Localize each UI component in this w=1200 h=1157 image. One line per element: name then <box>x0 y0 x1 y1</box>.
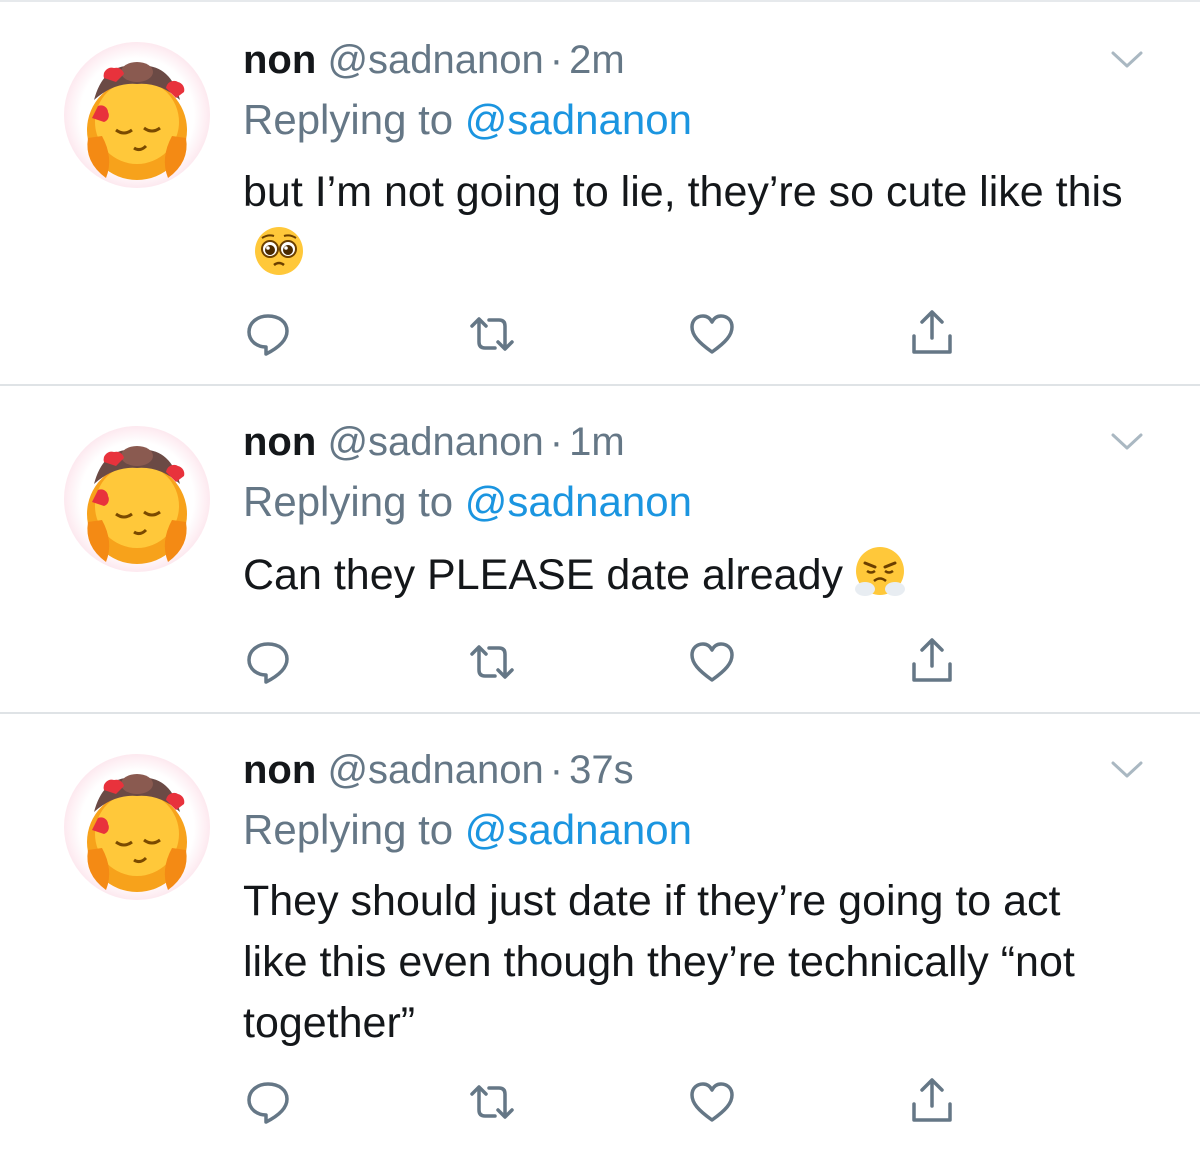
separator: · <box>549 420 564 464</box>
retweet-icon[interactable] <box>468 638 516 686</box>
pleading-face-icon <box>255 227 303 275</box>
avatar[interactable] <box>64 426 210 572</box>
avatar[interactable] <box>64 42 210 188</box>
timestamp[interactable]: 2m <box>569 38 625 82</box>
display-name[interactable]: non <box>243 38 316 82</box>
replying-to: Replying to @sadnanon <box>243 477 692 527</box>
tweet-text-content: but I’m not going to lie, they’re so cut… <box>243 168 1123 216</box>
replying-to-handle[interactable]: @sadnanon <box>465 478 692 525</box>
avatar-emoji-image <box>87 774 187 892</box>
heart-icon[interactable] <box>688 638 736 686</box>
tweet-header: non @sadnanon · 2m <box>243 36 625 84</box>
user-handle[interactable]: @sadnanon <box>327 38 543 82</box>
share-icon[interactable] <box>908 308 956 356</box>
replying-to-handle[interactable]: @sadnanon <box>465 96 692 143</box>
display-name[interactable]: non <box>243 420 316 464</box>
user-handle[interactable]: @sadnanon <box>327 420 543 464</box>
face-with-steam-icon <box>854 547 905 596</box>
tweet-header: non @sadnanon · 37s <box>243 746 634 794</box>
replying-to: Replying to @sadnanon <box>243 805 692 855</box>
avatar-emoji-image <box>87 62 187 180</box>
chevron-down-icon[interactable] <box>1110 432 1144 452</box>
chevron-down-icon[interactable] <box>1110 760 1144 780</box>
share-icon[interactable] <box>908 636 956 684</box>
avatar[interactable] <box>64 754 210 900</box>
reply-icon[interactable] <box>244 310 292 358</box>
replying-to-handle[interactable]: @sadnanon <box>465 806 692 853</box>
display-name[interactable]: non <box>243 748 316 792</box>
separator: · <box>549 748 564 792</box>
heart-icon[interactable] <box>688 1078 736 1126</box>
reply-icon[interactable] <box>244 1078 292 1126</box>
replying-to-label: Replying to <box>243 806 454 853</box>
timestamp[interactable]: 37s <box>569 748 634 792</box>
replying-to-label: Replying to <box>243 96 454 143</box>
tweet-text: Can they PLEASE date already <box>243 545 1143 606</box>
tweet[interactable]: non @sadnanon · 37s Replying to @sadnanon … <box>0 714 1200 1157</box>
tweet[interactable]: non @sadnanon · 2m Replying to @sadnanon b… <box>0 0 1200 386</box>
reply-icon[interactable] <box>244 638 292 686</box>
timestamp[interactable]: 1m <box>569 420 625 464</box>
tweet-header: non @sadnanon · 1m <box>243 418 625 466</box>
tweet-text-content: Can they PLEASE date already <box>243 551 843 599</box>
chevron-down-icon[interactable] <box>1110 50 1144 70</box>
retweet-icon[interactable] <box>468 1078 516 1126</box>
share-icon[interactable] <box>908 1076 956 1124</box>
heart-icon[interactable] <box>688 310 736 358</box>
tweet-text-content: They should just date if they’re going t… <box>243 877 1075 1047</box>
tweet-text: They should just date if they’re going t… <box>243 871 1093 1054</box>
retweet-icon[interactable] <box>468 310 516 358</box>
avatar-emoji-image <box>87 446 187 564</box>
user-handle[interactable]: @sadnanon <box>327 748 543 792</box>
replying-to: Replying to @sadnanon <box>243 95 692 145</box>
replying-to-label: Replying to <box>243 478 454 525</box>
tweet[interactable]: non @sadnanon · 1m Replying to @sadnanon C… <box>0 386 1200 714</box>
tweet-text: but I’m not going to lie, they’re so cut… <box>243 162 1143 284</box>
separator: · <box>549 38 564 82</box>
